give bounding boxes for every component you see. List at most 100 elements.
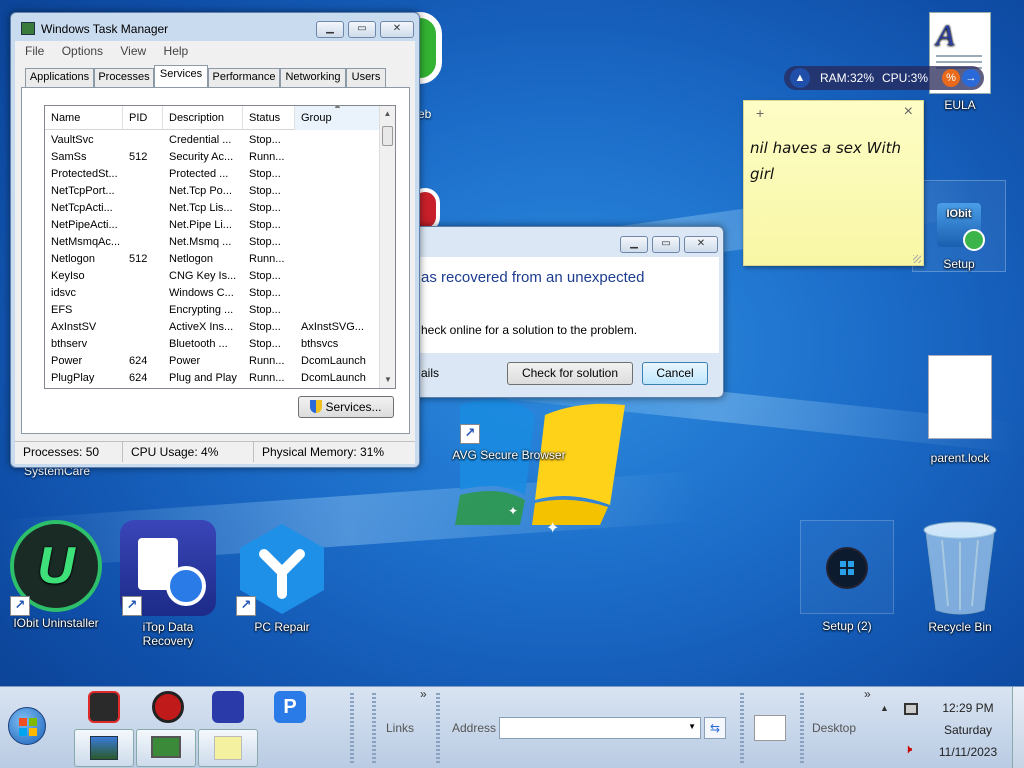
- table-cell-status: Stop...: [249, 202, 281, 214]
- menu-view[interactable]: View: [120, 44, 146, 58]
- table-row[interactable]: Netlogon 512 Netlogon Runn...: [45, 251, 381, 268]
- sticky-note-text[interactable]: nil haves a sex With girl: [750, 135, 920, 187]
- table-row[interactable]: SamSs 512 Security Ac... Runn...: [45, 149, 381, 166]
- desktop-icon-setup-2[interactable]: Setup (2): [800, 520, 894, 633]
- services-button[interactable]: Services...: [298, 396, 394, 418]
- taskbar-button-app[interactable]: [136, 729, 196, 767]
- pen-signature-icon[interactable]: [754, 715, 786, 741]
- p-app-icon[interactable]: P: [274, 691, 306, 723]
- table-row[interactable]: NetPipeActi... Net.Pipe Li... Stop...: [45, 217, 381, 234]
- start-button[interactable]: [8, 707, 46, 745]
- close-note-icon[interactable]: ×: [904, 103, 913, 121]
- close-button[interactable]: ✕: [380, 21, 414, 38]
- column-status[interactable]: Status: [243, 106, 295, 130]
- close-button[interactable]: ✕: [684, 236, 718, 253]
- services-button-label: Services...: [325, 400, 382, 414]
- table-row[interactable]: AxInstSV ActiveX Ins... Stop... AxInstSVG..…: [45, 319, 381, 336]
- column-name[interactable]: Name: [45, 106, 123, 130]
- desktop-icon-parent-lock[interactable]: parent.lock: [912, 355, 1008, 465]
- table-cell-status: Stop...: [249, 236, 281, 248]
- screen-recorder-icon[interactable]: [88, 691, 120, 723]
- links-chevron-icon[interactable]: »: [420, 687, 427, 701]
- table-row[interactable]: Power 624 Power Runn... DcomLaunch: [45, 353, 381, 370]
- taskbar-button-task-manager[interactable]: [74, 729, 134, 767]
- show-desktop-button[interactable]: [1012, 687, 1024, 768]
- desktop-icon-setup[interactable]: IObit Setup: [912, 180, 1006, 272]
- network-icon[interactable]: [904, 703, 918, 715]
- address-input[interactable]: ▼: [499, 717, 701, 739]
- desktop-chevron-icon[interactable]: »: [864, 687, 871, 701]
- dropdown-arrow-icon[interactable]: ▼: [688, 722, 696, 731]
- shield-icon: [310, 400, 323, 413]
- status-memory: Physical Memory: 31%: [262, 445, 385, 459]
- vertical-scrollbar[interactable]: ▲ ▼: [379, 106, 395, 388]
- taskbar-separator[interactable]: [436, 693, 440, 763]
- table-row[interactable]: NetTcpPort... Net.Tcp Po... Stop...: [45, 183, 381, 200]
- taskbar-separator[interactable]: [800, 693, 804, 763]
- column-pid[interactable]: PID: [123, 106, 163, 130]
- tab-performance[interactable]: Performance: [208, 68, 280, 87]
- desktop-icon-itop-data-recovery[interactable]: iTop Data Recovery: [120, 520, 216, 648]
- details-toggle[interactable]: ails: [421, 366, 439, 380]
- tab-services[interactable]: Services: [154, 65, 208, 87]
- volume-muted-icon[interactable]: 🕨: [904, 741, 912, 757]
- sticky-note[interactable]: + × nil haves a sex With girl: [743, 100, 924, 266]
- table-row[interactable]: bthserv Bluetooth ... Stop... bthsvcs: [45, 336, 381, 353]
- minimize-button[interactable]: ▁: [620, 236, 648, 253]
- table-cell-status: Stop...: [249, 321, 281, 333]
- desktop-icon-eula[interactable]: A EULA: [912, 12, 1008, 112]
- column-description[interactable]: Description: [163, 106, 243, 130]
- cancel-button[interactable]: Cancel: [642, 362, 708, 385]
- menu-file[interactable]: File: [25, 44, 44, 58]
- status-bar: Processes: 50 CPU Usage: 4% Physical Mem…: [15, 441, 415, 462]
- table-cell-name: NetMsmqAc...: [51, 236, 121, 248]
- table-row[interactable]: VaultSvc Credential ... Stop...: [45, 132, 381, 149]
- desktop-icon-pc-repair[interactable]: PC Repair: [234, 520, 330, 634]
- scroll-down-icon[interactable]: ▼: [380, 372, 395, 388]
- taskbar-separator[interactable]: [372, 693, 376, 763]
- maximize-button[interactable]: ▭: [652, 236, 680, 253]
- task-manager-window[interactable]: Windows Task Manager ▁ ▭ ✕ File Options …: [10, 12, 420, 468]
- table-cell-status: Stop...: [249, 270, 281, 282]
- table-cell-desc: ActiveX Ins...: [169, 321, 234, 333]
- percent-icon: %: [942, 69, 960, 87]
- menu-help[interactable]: Help: [164, 44, 189, 58]
- tab-users[interactable]: Users: [346, 68, 386, 87]
- services-list[interactable]: Name PID Description Status Group ▲ Vaul…: [44, 105, 396, 389]
- desktop-icon-recycle-bin[interactable]: Recycle Bin: [912, 520, 1008, 634]
- links-toolbar[interactable]: Links: [386, 721, 414, 735]
- table-row[interactable]: ProtectedSt... Protected ... Stop...: [45, 166, 381, 183]
- error-dialog[interactable]: ▁ ▭ ✕ as recovered from an unexpected he…: [404, 226, 724, 398]
- scroll-up-icon[interactable]: ▲: [380, 106, 395, 122]
- table-row[interactable]: NetTcpActi... Net.Tcp Lis... Stop...: [45, 200, 381, 217]
- tab-applications[interactable]: Applications: [25, 68, 94, 87]
- desktop-icon-label-partial[interactable]: eb: [418, 107, 431, 121]
- check-for-solution-button[interactable]: Check for solution: [507, 362, 633, 385]
- taskbar-button-notes[interactable]: [198, 729, 258, 767]
- table-row[interactable]: KeyIso CNG Key Is... Stop...: [45, 268, 381, 285]
- minimize-button[interactable]: ▁: [316, 21, 344, 38]
- antivirus-icon[interactable]: [152, 691, 184, 723]
- maximize-button[interactable]: ▭: [348, 21, 376, 38]
- clock-day: Saturday: [943, 723, 993, 737]
- table-row[interactable]: NetMsmqAc... Net.Msmq ... Stop...: [45, 234, 381, 251]
- desktop-toolbar[interactable]: Desktop: [812, 721, 856, 735]
- show-hidden-icons-icon[interactable]: ▲: [880, 703, 889, 713]
- tab-processes[interactable]: Processes: [94, 68, 154, 87]
- table-cell-pid: 512: [129, 253, 148, 265]
- table-row[interactable]: EFS Encrypting ... Stop...: [45, 302, 381, 319]
- resize-grip[interactable]: [913, 255, 921, 263]
- dialog-message: heck online for a solution to the proble…: [421, 323, 638, 337]
- add-note-icon[interactable]: +: [756, 105, 764, 121]
- table-row[interactable]: idsvc Windows C... Stop...: [45, 285, 381, 302]
- system-monitor-widget[interactable]: ▲ RAM:32% CPU:3% % →: [784, 66, 984, 90]
- taskbar-separator[interactable]: [350, 693, 354, 763]
- scroll-thumb[interactable]: [382, 126, 393, 146]
- table-row[interactable]: PlugPlay 624 Plug and Play Runn... DcomLaunc…: [45, 370, 381, 387]
- taskbar-separator[interactable]: [740, 693, 744, 763]
- go-button[interactable]: ⇆: [704, 717, 726, 739]
- clock[interactable]: 12:29 PM Saturday 11/11/2023: [930, 697, 1006, 763]
- menu-options[interactable]: Options: [62, 44, 103, 58]
- itop-taskbar-icon[interactable]: [212, 691, 244, 723]
- tab-networking[interactable]: Networking: [280, 68, 346, 87]
